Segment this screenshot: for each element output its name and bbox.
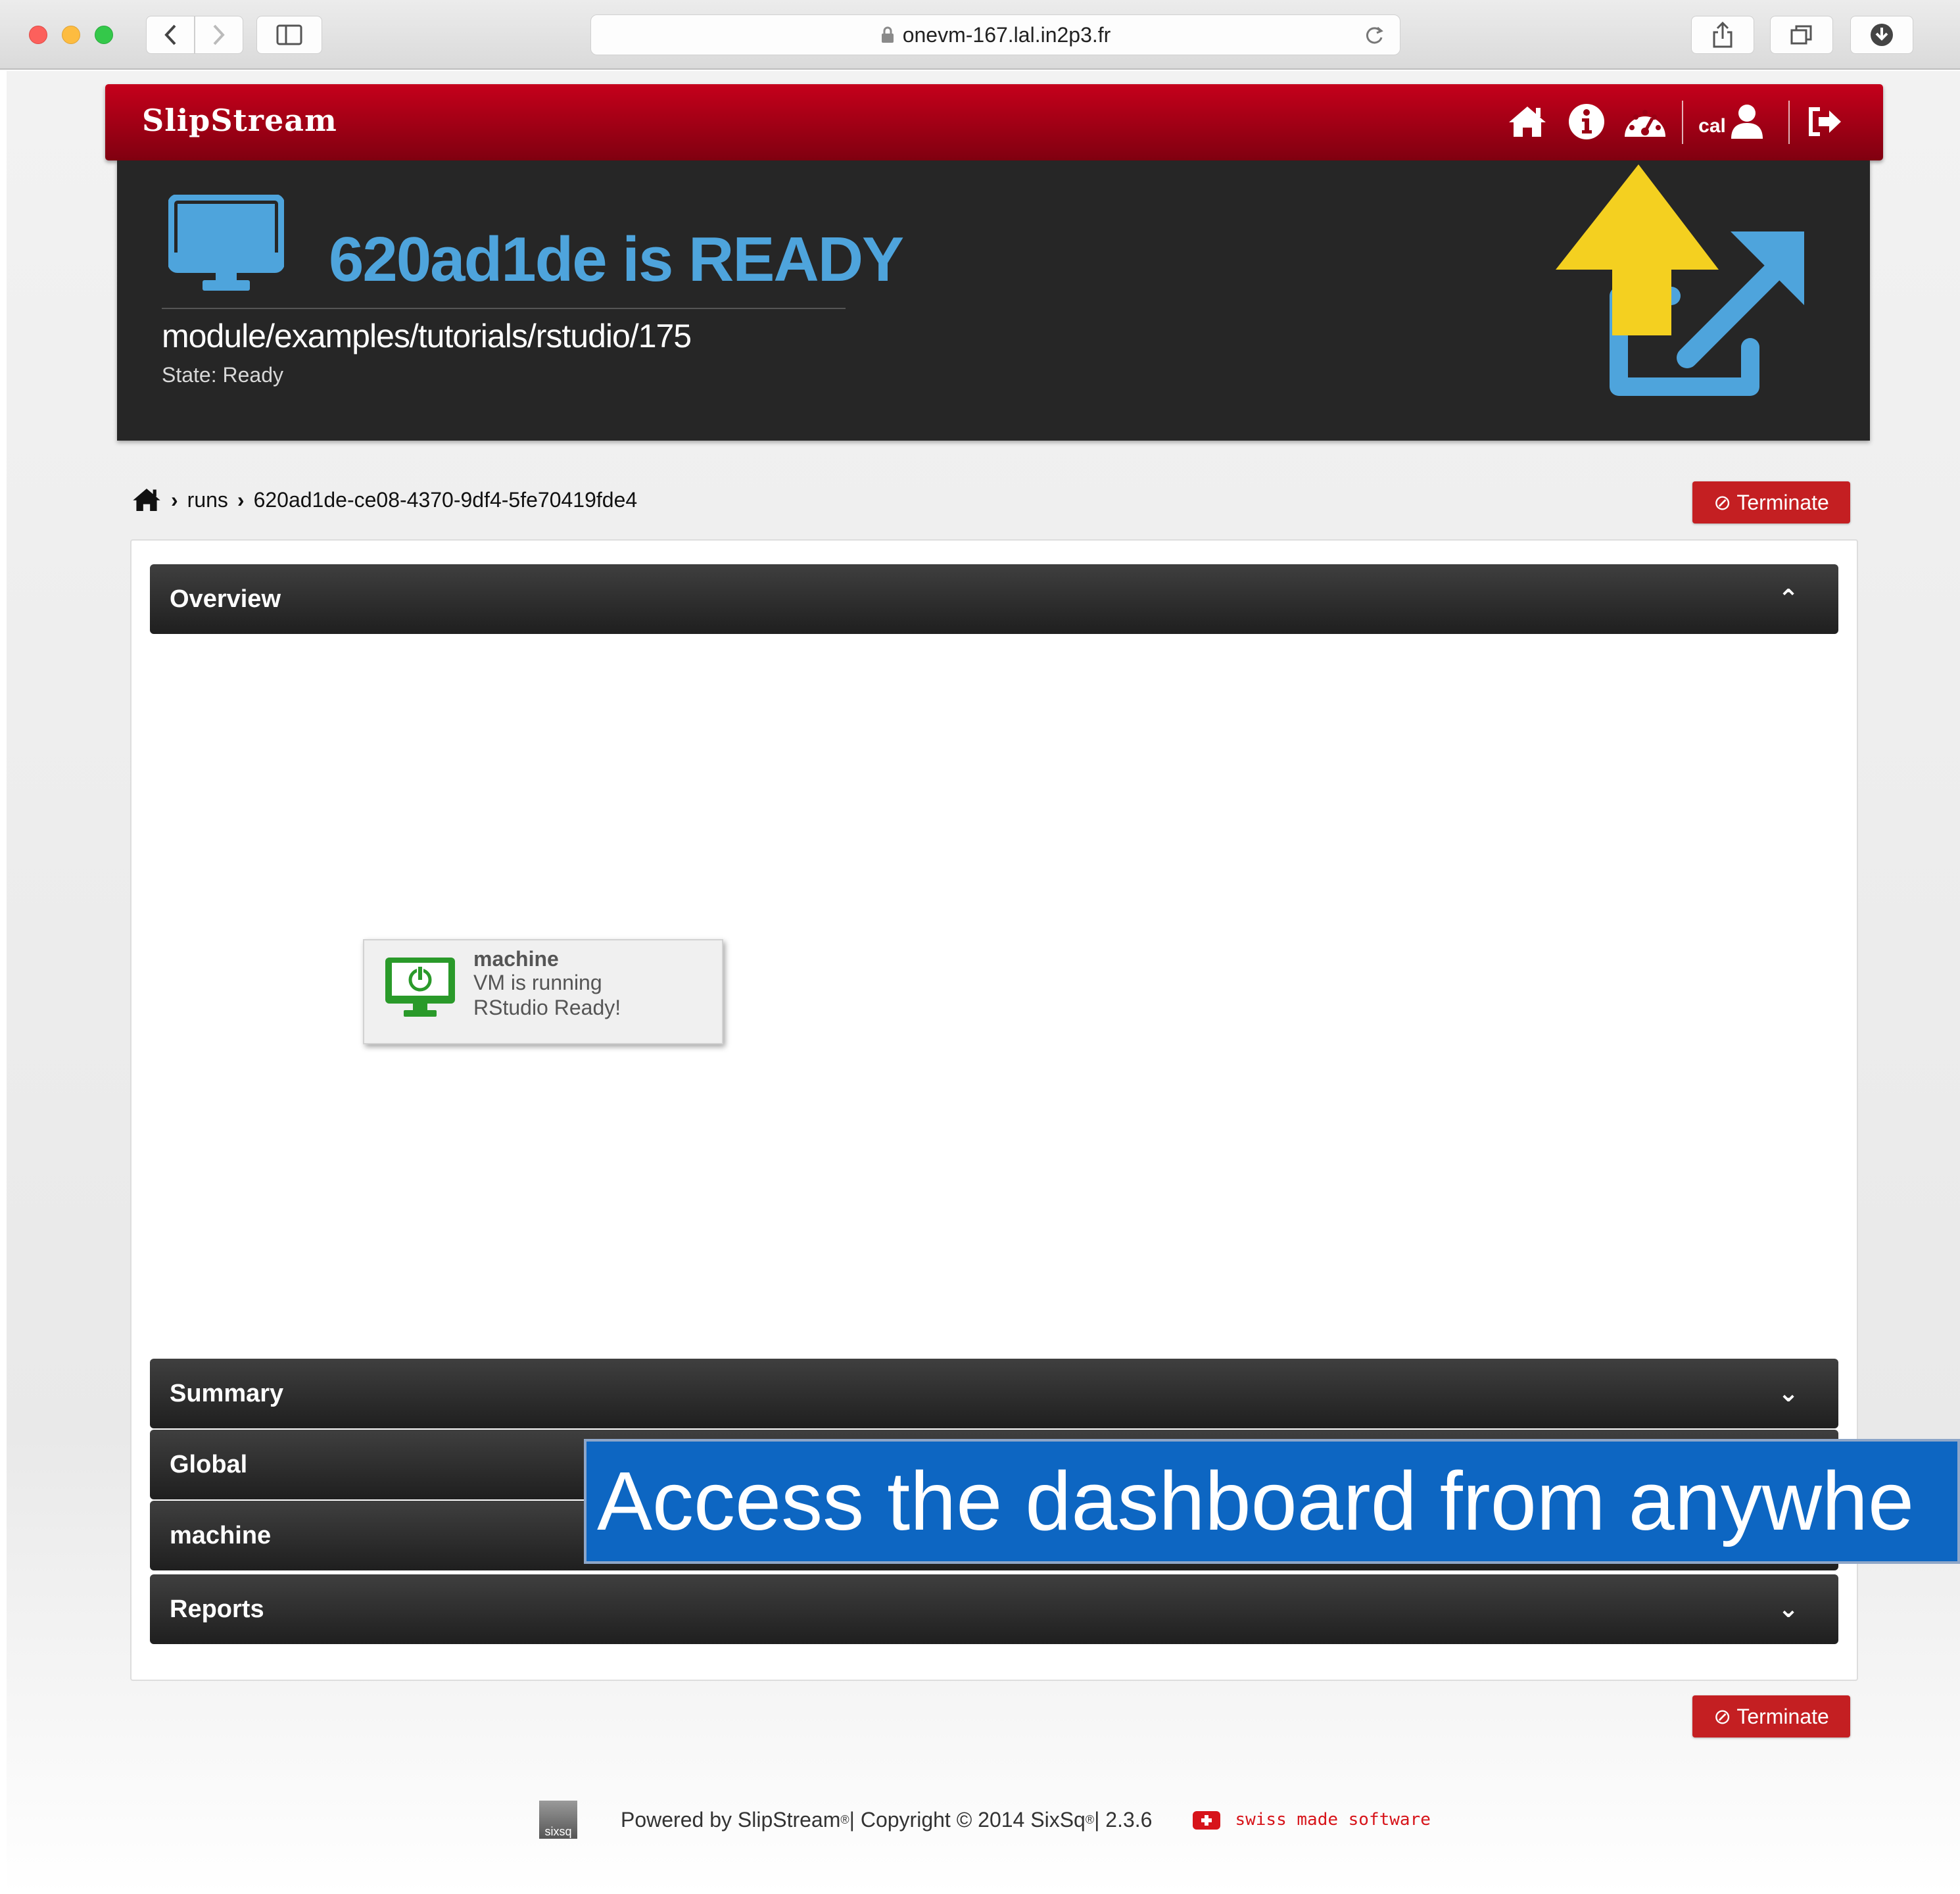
section-title: Global <box>170 1451 248 1478</box>
chevron-left-icon <box>164 24 176 45</box>
swiss-made-software[interactable]: swiss made software <box>1235 1810 1430 1830</box>
dashboard-gauge-icon <box>1625 110 1665 137</box>
zoom-window-button[interactable] <box>95 26 113 44</box>
sixsq-logo: sixsq <box>539 1801 577 1839</box>
logout-link[interactable] <box>1803 99 1846 145</box>
breadcrumb-separator: › <box>171 487 178 512</box>
footer: sixsq Powered by SlipStream ® | Copyright… <box>539 1797 1431 1843</box>
close-window-button[interactable] <box>29 26 47 44</box>
section-title: Reports <box>170 1595 264 1623</box>
copyright: | Copyright © 2014 SixSq <box>849 1807 1086 1832</box>
page-title: 620ad1de is READY <box>329 224 904 295</box>
section-summary-header[interactable]: Summary ⌄ <box>150 1359 1838 1428</box>
section-title: Overview <box>170 585 281 613</box>
node-status-line: VM is running <box>473 971 602 994</box>
back-button[interactable] <box>146 16 195 54</box>
header-separator <box>1788 101 1790 144</box>
chevron-right-icon <box>213 24 225 45</box>
info-link[interactable] <box>1565 99 1608 145</box>
powered-by[interactable]: Powered by SlipStream <box>621 1808 840 1832</box>
tutorial-caption: Access the dashboard from anywhe <box>584 1439 1960 1564</box>
reload-icon[interactable] <box>1363 24 1385 47</box>
tabs-button[interactable] <box>1770 16 1833 54</box>
home-link[interactable] <box>1506 99 1549 145</box>
dashboard-link[interactable] <box>1619 99 1671 145</box>
home-icon <box>1509 107 1546 137</box>
terminate-button-top[interactable]: ⊘ Terminate <box>1692 481 1850 523</box>
logo-text: sixsq <box>544 1825 572 1838</box>
version: | 2.3.6 <box>1094 1807 1153 1832</box>
vm-power-monitor-icon <box>385 958 455 1017</box>
forward-button[interactable] <box>195 16 243 54</box>
user-icon <box>1731 105 1763 139</box>
header-separator <box>1682 101 1683 144</box>
lock-icon <box>881 26 894 43</box>
swiss-flag-icon <box>1193 1811 1221 1830</box>
breadcrumb-runs-link[interactable]: runs <box>187 488 228 512</box>
sidebar-button[interactable] <box>256 16 322 54</box>
sidebar-icon <box>276 24 302 45</box>
machine-node-card[interactable]: machine VM is running RStudio Ready! <box>363 939 723 1044</box>
breadcrumb: › runs › 620ad1de-ce08-4370-9df4-5fe7041… <box>131 483 637 516</box>
username: cal <box>1698 115 1726 137</box>
download-button[interactable] <box>1850 16 1913 54</box>
registered-mark: ® <box>1085 1812 1095 1826</box>
section-overview-header[interactable]: Overview ⌃ <box>150 564 1838 634</box>
terminate-button-bottom[interactable]: ⊘ Terminate <box>1692 1695 1850 1737</box>
brand-logo[interactable]: SlipStream <box>142 103 337 138</box>
annotation-arrow-up-icon <box>1556 164 1719 335</box>
title-divider <box>162 308 846 309</box>
minimize-window-button[interactable] <box>62 26 80 44</box>
section-reports-header[interactable]: Reports ⌄ <box>150 1574 1838 1644</box>
breadcrumb-run-id[interactable]: 620ad1de-ce08-4370-9df4-5fe70419fde4 <box>254 488 638 512</box>
share-icon <box>1713 22 1733 48</box>
url-text: onevm-167.lal.in2p3.fr <box>902 22 1111 47</box>
section-title: Summary <box>170 1380 284 1407</box>
registered-mark: ® <box>840 1812 849 1826</box>
desktop-monitor-icon <box>168 195 284 291</box>
user-profile-link[interactable]: cal <box>1695 99 1767 145</box>
app-header: SlipStream cal <box>105 84 1883 160</box>
node-status-line: RStudio Ready! <box>473 996 621 1019</box>
download-icon <box>1871 24 1893 46</box>
breadcrumb-separator: › <box>237 487 245 512</box>
section-title: machine <box>170 1522 272 1549</box>
chevron-down-icon: ⌄ <box>1778 1595 1799 1623</box>
browser-toolbar: onevm-167.lal.in2p3.fr <box>0 0 1960 70</box>
share-button[interactable] <box>1691 16 1754 54</box>
chevron-down-icon: ⌄ <box>1778 1380 1799 1407</box>
info-icon <box>1569 104 1604 139</box>
node-name: machine <box>473 947 559 971</box>
module-path: module/examples/tutorials/rstudio/175 <box>162 318 692 354</box>
run-state: State: Ready <box>162 363 283 387</box>
home-icon[interactable] <box>131 487 162 513</box>
tabs-icon <box>1790 25 1812 45</box>
url-bar[interactable]: onevm-167.lal.in2p3.fr <box>590 14 1400 55</box>
chevron-up-icon: ⌃ <box>1778 585 1799 613</box>
sign-out-icon <box>1809 107 1841 136</box>
